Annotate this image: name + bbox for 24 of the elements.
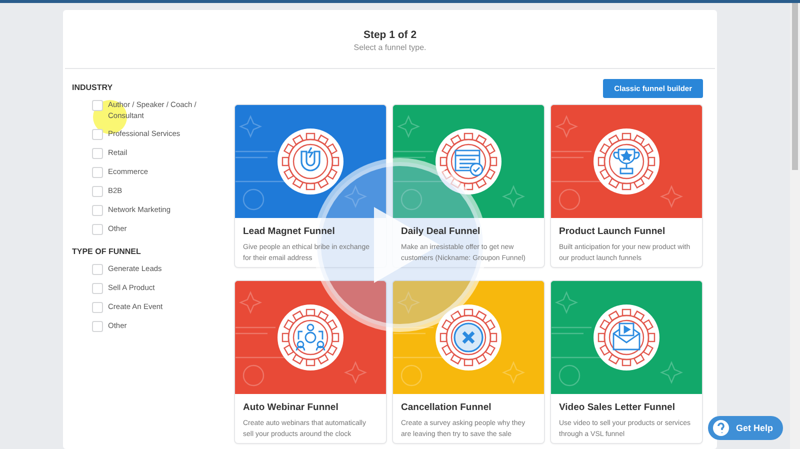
checkbox[interactable] xyxy=(92,167,103,178)
checkbox[interactable] xyxy=(92,100,103,111)
checkbox[interactable] xyxy=(92,205,103,216)
scrollbar[interactable] xyxy=(790,0,800,449)
checkbox[interactable] xyxy=(92,264,103,275)
checkbox[interactable] xyxy=(92,302,103,313)
filter-heading: INDUSTRY xyxy=(72,83,114,92)
filter-heading: TYPE OF FUNNEL xyxy=(72,247,142,256)
checkbox[interactable] xyxy=(92,321,103,332)
card-title: Product Launch Funnel xyxy=(559,226,666,237)
checkbox[interactable] xyxy=(92,186,103,197)
card-title: Daily Deal Funnel xyxy=(401,226,482,237)
card-title: Cancellation Funnel xyxy=(401,402,492,413)
scrollbar-thumb[interactable] xyxy=(792,0,798,170)
checkbox[interactable] xyxy=(92,283,103,294)
checkbox[interactable] xyxy=(92,224,103,235)
checkbox[interactable] xyxy=(92,148,103,159)
card-title: Lead Magnet Funnel xyxy=(243,226,336,237)
step-title: Step 1 of 2 xyxy=(363,29,417,41)
checkbox[interactable] xyxy=(92,129,103,140)
step-subtitle: Select a funnel type. xyxy=(354,43,426,52)
card-title: Auto Webinar Funnel xyxy=(243,402,340,413)
help-icon xyxy=(712,419,730,437)
card-title: Video Sales Letter Funnel xyxy=(559,402,676,413)
